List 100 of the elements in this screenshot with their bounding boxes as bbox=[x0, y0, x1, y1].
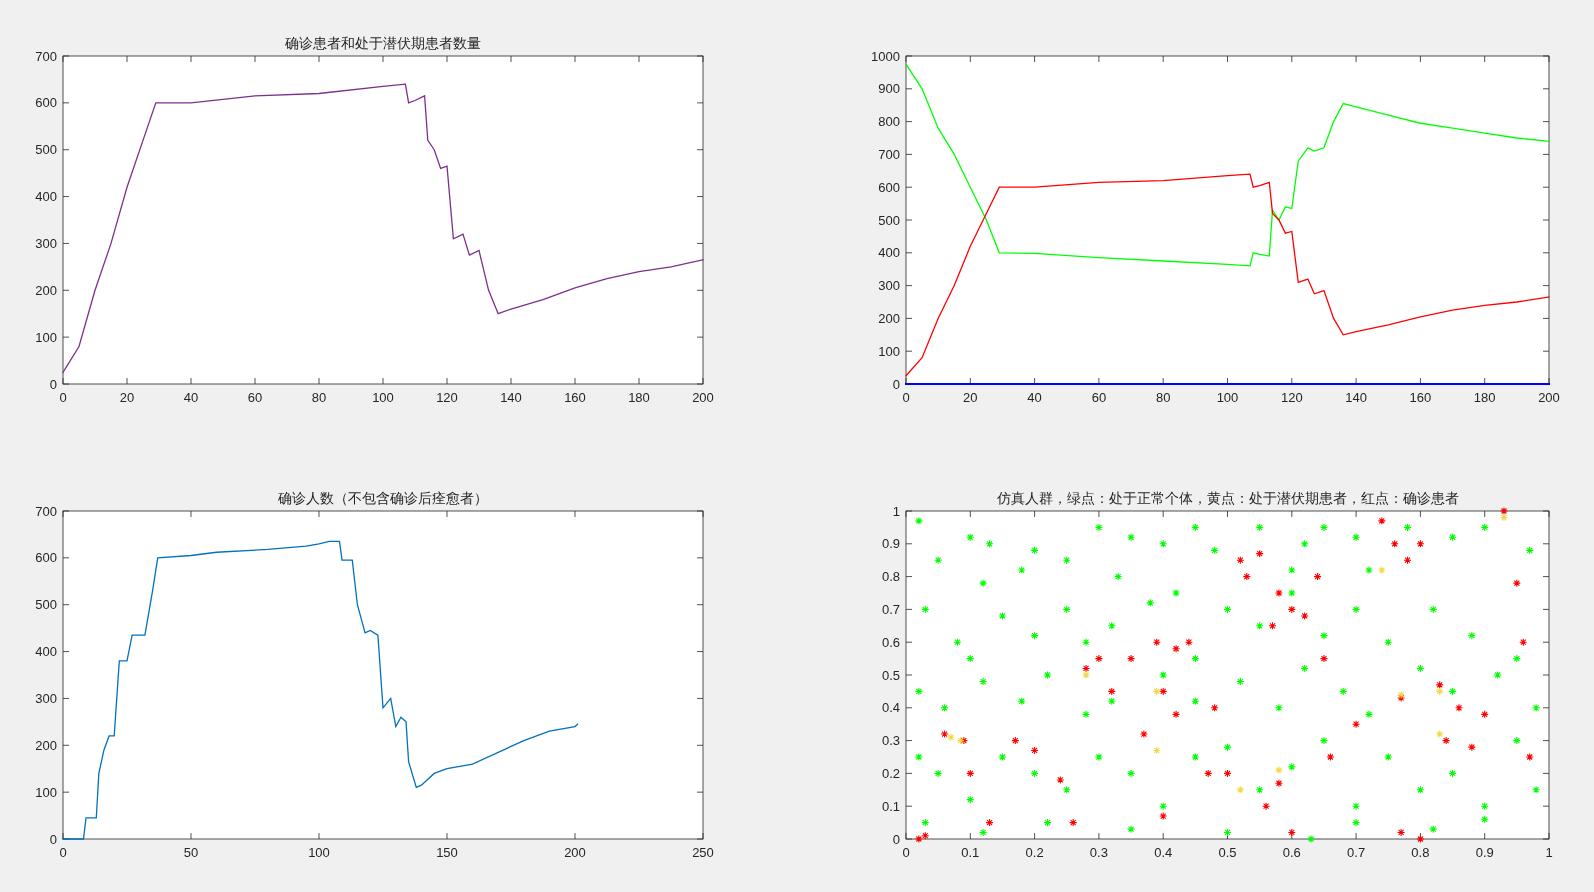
tick-label: 700 bbox=[878, 146, 900, 162]
tick-label: 0.5 bbox=[881, 667, 900, 683]
tick-label: 500 bbox=[878, 212, 900, 228]
tick-label: 140 bbox=[500, 390, 522, 405]
tick-label: 150 bbox=[436, 845, 458, 860]
tick-label: 100 bbox=[35, 329, 57, 345]
asterisk-point bbox=[1017, 697, 1026, 706]
asterisk-point bbox=[1480, 710, 1489, 719]
tick-label: 0.3 bbox=[881, 733, 900, 749]
asterisk-point bbox=[1172, 710, 1181, 719]
asterisk-point bbox=[1525, 546, 1534, 555]
tick-label: 160 bbox=[1409, 390, 1432, 405]
tick-label: 700 bbox=[35, 503, 57, 519]
asterisk-point bbox=[1313, 572, 1322, 581]
tick-label: 180 bbox=[628, 390, 650, 405]
asterisk-point bbox=[1377, 566, 1386, 575]
asterisk-point bbox=[1184, 638, 1193, 647]
asterisk-point bbox=[1274, 766, 1283, 775]
asterisk-point bbox=[1300, 539, 1309, 548]
asterisk-point bbox=[1416, 539, 1425, 548]
tick-label: 0.4 bbox=[881, 700, 900, 716]
asterisk-point bbox=[1454, 703, 1464, 712]
tick-label: 200 bbox=[878, 310, 900, 326]
asterisk-point bbox=[1339, 687, 1348, 696]
tick-label: 120 bbox=[1280, 390, 1303, 405]
asterisk-point bbox=[1480, 802, 1489, 811]
tick-label: 20 bbox=[963, 390, 978, 405]
asterisk-point bbox=[1448, 687, 1457, 696]
chart-title: 确诊人数（不包含确诊后痊愈者） bbox=[278, 490, 488, 506]
asterisk-point bbox=[1352, 605, 1361, 614]
tick-label: 0.2 bbox=[881, 765, 900, 781]
tick-label: 1 bbox=[892, 503, 900, 519]
asterisk-point bbox=[1435, 680, 1444, 689]
tick-label: 400 bbox=[878, 245, 900, 261]
tick-label: 100 bbox=[1216, 390, 1239, 405]
asterisk-point bbox=[1319, 736, 1328, 745]
tick-label: 140 bbox=[1345, 390, 1367, 405]
tick-label: 300 bbox=[35, 235, 57, 251]
asterisk-point bbox=[914, 834, 923, 844]
tick-label: 0 bbox=[892, 376, 900, 392]
asterisk-point bbox=[1094, 523, 1103, 532]
asterisk-point bbox=[1030, 769, 1039, 778]
asterisk-point bbox=[1397, 690, 1406, 699]
asterisk-point bbox=[1429, 605, 1438, 614]
tick-label: 160 bbox=[564, 390, 586, 405]
asterisk-point bbox=[1467, 631, 1476, 640]
tick-label: 200 bbox=[35, 737, 57, 753]
tick-label: 300 bbox=[878, 278, 900, 294]
asterisk-point bbox=[1062, 605, 1071, 614]
asterisk-point bbox=[1319, 523, 1328, 532]
tick-label: 0 bbox=[59, 390, 67, 405]
asterisk-point bbox=[1287, 828, 1296, 837]
tick-label: 100 bbox=[35, 784, 57, 800]
asterisk-point bbox=[1223, 769, 1232, 778]
asterisk-point bbox=[1236, 556, 1245, 565]
tick-label: 100 bbox=[878, 343, 900, 359]
asterisk-point bbox=[1287, 605, 1296, 614]
tick-label: 0 bbox=[902, 845, 910, 860]
tick-label: 0.6 bbox=[881, 634, 900, 650]
tick-label: 500 bbox=[35, 597, 57, 613]
asterisk-point bbox=[1364, 710, 1373, 719]
asterisk-point bbox=[1499, 513, 1509, 522]
asterisk-point bbox=[1416, 834, 1425, 844]
asterisk-point bbox=[1030, 546, 1039, 555]
asterisk-point bbox=[1397, 693, 1406, 702]
asterisk-point bbox=[1127, 825, 1136, 834]
asterisk-point bbox=[979, 828, 988, 837]
tick-label: 0.3 bbox=[1089, 845, 1108, 860]
asterisk-point bbox=[914, 752, 923, 762]
asterisk-point bbox=[1082, 710, 1091, 719]
asterisk-point bbox=[1390, 539, 1399, 548]
asterisk-point bbox=[1287, 588, 1296, 598]
asterisk-point bbox=[1223, 743, 1232, 752]
tick-label: 0.9 bbox=[881, 536, 900, 552]
asterisk-point bbox=[1043, 670, 1052, 680]
asterisk-point bbox=[1152, 638, 1161, 647]
asterisk-point bbox=[1364, 566, 1373, 575]
tick-label: 400 bbox=[35, 644, 57, 660]
asterisk-point bbox=[1300, 611, 1309, 620]
asterisk-point bbox=[1011, 736, 1020, 745]
tick-label: 0.9 bbox=[1475, 845, 1494, 860]
asterisk-point bbox=[914, 516, 923, 525]
asterisk-point bbox=[966, 533, 975, 542]
tick-label: 600 bbox=[878, 179, 900, 195]
asterisk-point bbox=[1467, 743, 1476, 752]
asterisk-point bbox=[1416, 785, 1425, 794]
asterisk-point bbox=[1107, 621, 1116, 630]
asterisk-point bbox=[1300, 664, 1309, 673]
asterisk-point bbox=[1442, 736, 1451, 745]
asterisk-point bbox=[1191, 523, 1200, 532]
tick-label: 800 bbox=[878, 114, 900, 130]
asterisk-point bbox=[1242, 572, 1251, 581]
asterisk-point bbox=[1525, 752, 1534, 762]
tick-label: 200 bbox=[1538, 390, 1560, 405]
tick-label: 120 bbox=[436, 390, 458, 405]
asterisk-point bbox=[1377, 516, 1386, 525]
tick-label: 600 bbox=[35, 95, 57, 111]
tick-label: 0 bbox=[49, 376, 57, 392]
asterisk-point bbox=[1352, 533, 1361, 542]
asterisk-point bbox=[1152, 746, 1161, 755]
